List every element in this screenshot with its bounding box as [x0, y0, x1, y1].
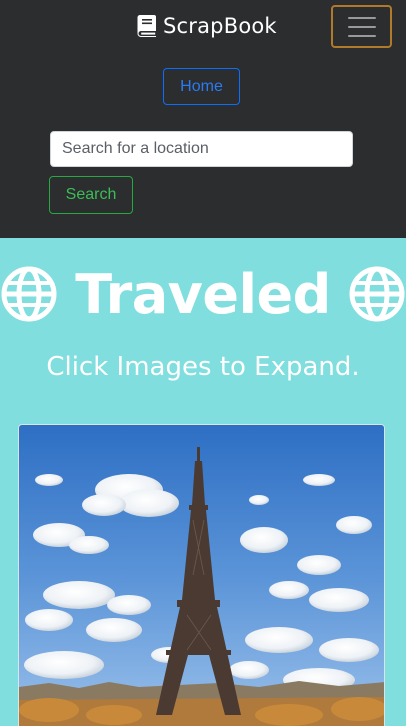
page-subtitle: Click Images to Expand.: [46, 352, 360, 382]
globe-icon: [349, 266, 405, 322]
navbar: ScrapBook Home Search: [0, 0, 406, 238]
photo-card[interactable]: [18, 424, 385, 726]
eiffel-tower-photo[interactable]: [19, 425, 385, 726]
navbar-toggle-button[interactable]: [331, 5, 392, 48]
hamburger-icon: [347, 34, 376, 37]
home-button[interactable]: Home: [163, 68, 240, 105]
search-button[interactable]: Search: [49, 176, 133, 214]
search-input[interactable]: [50, 131, 353, 167]
page-title-text: Traveled: [75, 262, 331, 326]
brand-name: ScrapBook: [163, 14, 277, 38]
brand-link[interactable]: ScrapBook: [137, 12, 277, 40]
hamburger-icon: [347, 25, 376, 28]
book-icon: [137, 15, 156, 37]
globe-icon: [1, 266, 57, 322]
page-title: Traveled: [0, 258, 406, 330]
hamburger-icon: [347, 16, 376, 19]
